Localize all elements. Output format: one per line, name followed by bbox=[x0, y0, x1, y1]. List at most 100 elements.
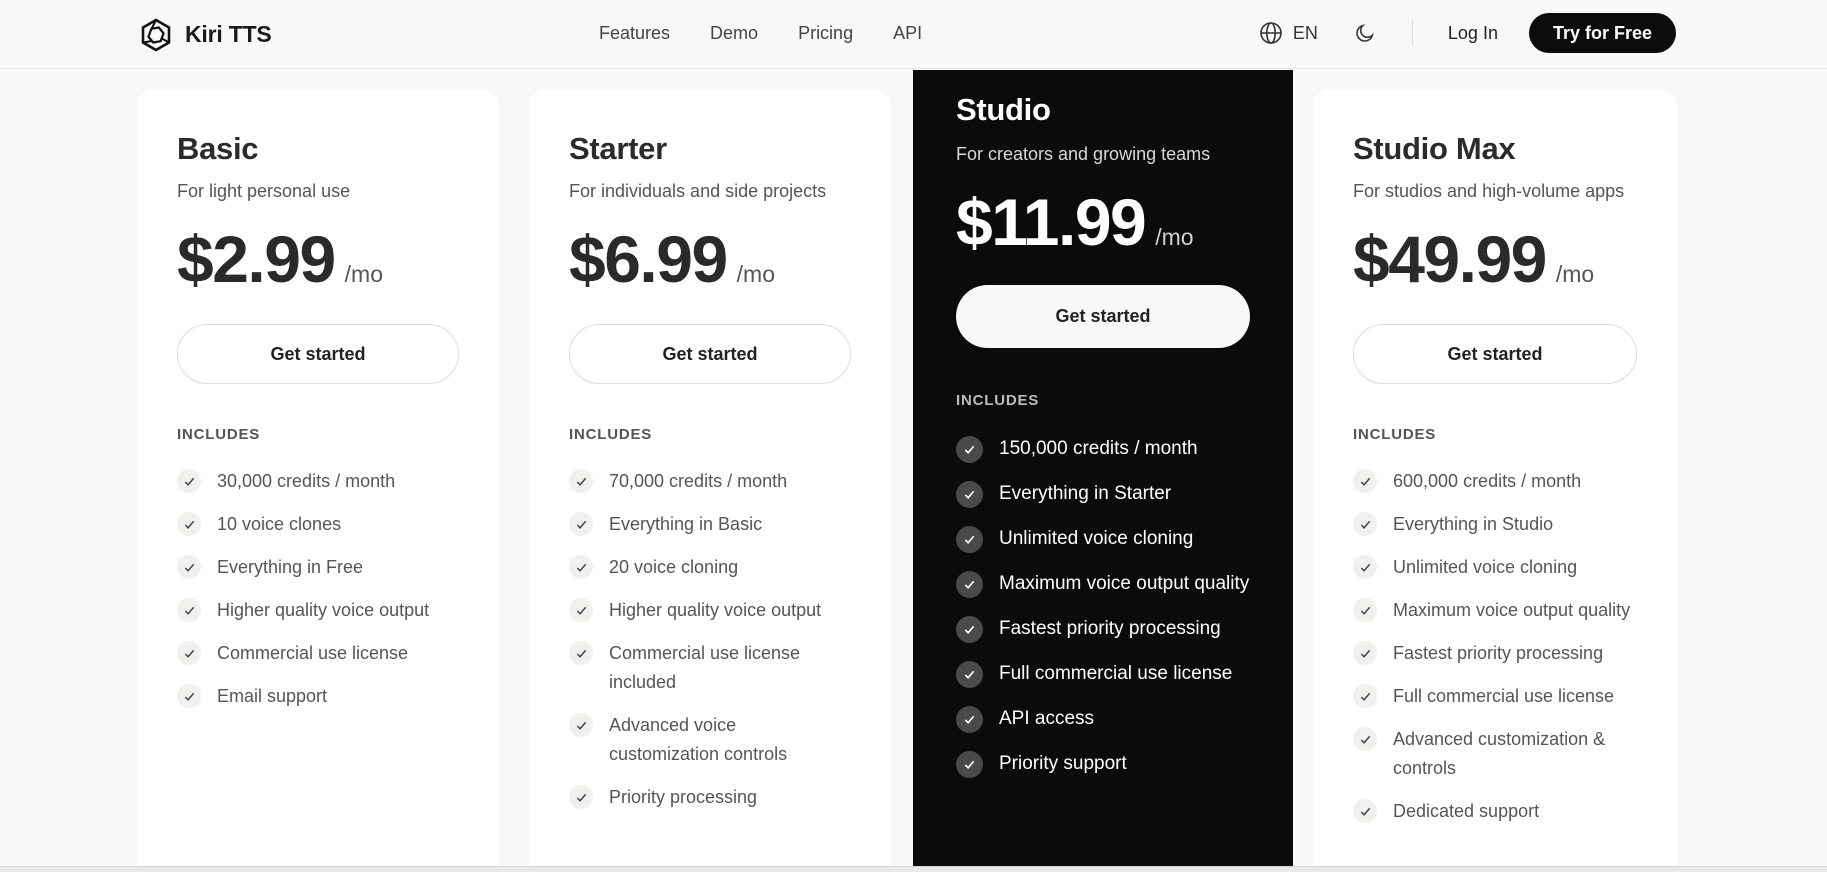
feature-list: 150,000 credits / month Everything in St… bbox=[956, 433, 1250, 779]
check-icon bbox=[956, 661, 983, 688]
feature-text: Maximum voice output quality bbox=[1393, 600, 1631, 620]
feature-item: Everything in Starter bbox=[956, 478, 1250, 509]
feature-item: 150,000 credits / month bbox=[956, 433, 1250, 464]
feature-text: Dedicated support bbox=[1393, 801, 1540, 821]
feature-text: 10 voice clones bbox=[217, 514, 342, 534]
includes-heading: INCLUDES bbox=[177, 426, 261, 443]
feature-text: Commercial use license included bbox=[609, 643, 801, 692]
feature-text: Priority support bbox=[999, 753, 1127, 774]
feature-item: Commercial use license bbox=[177, 639, 459, 668]
price-row: $6.99 /mo bbox=[569, 226, 851, 292]
globe-icon bbox=[1260, 22, 1282, 44]
feature-text: Full commercial use license bbox=[999, 663, 1233, 684]
bottom-status-strip bbox=[0, 866, 1827, 872]
price-row: $11.99 /mo bbox=[956, 189, 1250, 255]
plan-price: $11.99 bbox=[956, 185, 1147, 259]
feature-item: Fastest priority processing bbox=[1353, 639, 1637, 668]
brand[interactable]: Kiri TTS bbox=[139, 0, 272, 69]
includes-heading: INCLUDES bbox=[1353, 426, 1437, 443]
check-icon bbox=[956, 436, 983, 463]
check-icon bbox=[1353, 684, 1377, 708]
price-period: /mo bbox=[1155, 224, 1194, 250]
check-icon bbox=[956, 571, 983, 598]
theme-toggle[interactable] bbox=[1354, 21, 1378, 45]
feature-text: Higher quality voice output bbox=[609, 600, 822, 620]
feature-text: Unlimited voice cloning bbox=[1393, 557, 1578, 577]
check-icon bbox=[569, 713, 593, 737]
check-icon bbox=[177, 512, 201, 536]
plan-name: Starter bbox=[569, 131, 667, 166]
check-icon bbox=[1353, 512, 1377, 536]
plan-card-starter: Starter For individuals and side project… bbox=[529, 89, 891, 872]
feature-text: Advanced customization & controls bbox=[1393, 729, 1606, 778]
nav-actions: EN Log In Try for Free bbox=[1259, 0, 1676, 66]
get-started-button[interactable]: Get started bbox=[177, 324, 459, 384]
check-icon bbox=[569, 598, 593, 622]
feature-item: Priority processing bbox=[569, 783, 851, 812]
nav-link-features[interactable]: Features bbox=[599, 23, 670, 44]
feature-text: 150,000 credits / month bbox=[999, 438, 1198, 459]
check-icon bbox=[956, 616, 983, 643]
includes-heading: INCLUDES bbox=[956, 392, 1040, 409]
check-icon bbox=[956, 526, 983, 553]
nav-link-api[interactable]: API bbox=[893, 23, 922, 44]
price-row: $2.99 /mo bbox=[177, 226, 459, 292]
feature-item: Full commercial use license bbox=[956, 658, 1250, 689]
check-icon bbox=[956, 706, 983, 733]
feature-item: Advanced voice customization controls bbox=[569, 711, 851, 769]
feature-item: Maximum voice output quality bbox=[1353, 596, 1637, 625]
check-icon bbox=[1353, 799, 1377, 823]
feature-text: Everything in Studio bbox=[1393, 514, 1554, 534]
check-icon bbox=[177, 684, 201, 708]
feature-text: Higher quality voice output bbox=[217, 600, 430, 620]
feature-item: 600,000 credits / month bbox=[1353, 467, 1637, 496]
feature-text: Commercial use license bbox=[217, 643, 409, 663]
feature-item: Fastest priority processing bbox=[956, 613, 1250, 644]
feature-list: 600,000 credits / month Everything in St… bbox=[1353, 467, 1637, 826]
check-icon bbox=[569, 555, 593, 579]
feature-item: Dedicated support bbox=[1353, 797, 1637, 826]
language-selector[interactable]: EN bbox=[1259, 21, 1318, 45]
feature-text: Everything in Starter bbox=[999, 483, 1172, 504]
brand-name: Kiri TTS bbox=[185, 21, 272, 47]
get-started-button[interactable]: Get started bbox=[1353, 324, 1637, 384]
check-icon bbox=[1353, 555, 1377, 579]
nav-link-demo[interactable]: Demo bbox=[710, 23, 758, 44]
price-period: /mo bbox=[1555, 261, 1595, 287]
get-started-button[interactable]: Get started bbox=[569, 324, 851, 384]
nav-divider bbox=[1411, 20, 1413, 46]
nav-link-pricing[interactable]: Pricing bbox=[798, 23, 853, 44]
feature-list: 70,000 credits / month Everything in Bas… bbox=[569, 467, 851, 812]
feature-text: Fastest priority processing bbox=[1393, 643, 1604, 663]
brand-logo-icon bbox=[141, 17, 171, 52]
feature-item: API access bbox=[956, 703, 1250, 734]
feature-item: 20 voice cloning bbox=[569, 553, 851, 582]
feature-item: Commercial use license included bbox=[569, 639, 851, 697]
feature-item: Everything in Free bbox=[177, 553, 459, 582]
feature-item: Advanced customization & controls bbox=[1353, 725, 1637, 783]
top-navbar: Kiri TTS Features Demo Pricing API EN Lo… bbox=[0, 0, 1827, 69]
feature-text: Unlimited voice cloning bbox=[999, 528, 1194, 549]
feature-text: Email support bbox=[217, 686, 328, 706]
feature-text: Everything in Free bbox=[217, 557, 364, 577]
try-for-free-button[interactable]: Try for Free bbox=[1528, 13, 1676, 53]
check-icon bbox=[1353, 598, 1377, 622]
feature-list: 30,000 credits / month 10 voice clones E… bbox=[177, 467, 459, 711]
main-nav: Features Demo Pricing API bbox=[599, 0, 922, 66]
feature-text: API access bbox=[999, 708, 1095, 729]
feature-text: 20 voice cloning bbox=[609, 557, 739, 577]
feature-item: Unlimited voice cloning bbox=[1353, 553, 1637, 582]
feature-item: 70,000 credits / month bbox=[569, 467, 851, 496]
check-icon bbox=[177, 598, 201, 622]
login-link[interactable]: Log In bbox=[1448, 23, 1498, 44]
plan-price: $49.99 bbox=[1353, 222, 1547, 296]
feature-item: Email support bbox=[177, 682, 459, 711]
language-code: EN bbox=[1292, 22, 1318, 43]
get-started-button[interactable]: Get started bbox=[956, 285, 1250, 348]
check-icon bbox=[569, 469, 593, 493]
feature-item: Unlimited voice cloning bbox=[956, 523, 1250, 554]
feature-item: Maximum voice output quality bbox=[956, 568, 1250, 599]
plan-description: For light personal use bbox=[177, 181, 351, 201]
feature-text: Priority processing bbox=[609, 787, 758, 807]
feature-text: Maximum voice output quality bbox=[999, 573, 1250, 594]
